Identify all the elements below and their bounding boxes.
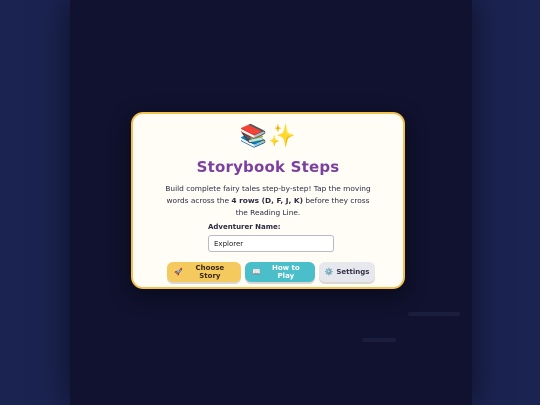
description-rows: 4 rows (D, F, J, K) xyxy=(231,196,303,205)
choose-story-button[interactable]: 🚀 Choose Story xyxy=(167,262,241,282)
gear-icon: ⚙️ xyxy=(324,268,334,276)
adventurer-name-input[interactable] xyxy=(208,235,334,252)
how-to-play-label: How to Play xyxy=(271,264,300,280)
action-buttons: 🚀 Choose Story 📖 How to Play ⚙️ Settings xyxy=(167,262,375,282)
adventurer-name-label: Adventurer Name: xyxy=(208,223,281,231)
game-title: Storybook Steps xyxy=(196,158,340,176)
settings-button[interactable]: ⚙️ Settings xyxy=(319,262,375,282)
start-dialog: 📚✨ Storybook Steps Build complete fairy … xyxy=(131,112,405,289)
settings-label: Settings xyxy=(336,268,370,276)
book-icon: 📖 xyxy=(252,268,261,276)
choose-story-label: Choose Story xyxy=(195,264,225,280)
rocket-icon: 🚀 xyxy=(174,268,183,276)
how-to-play-button[interactable]: 📖 How to Play xyxy=(245,262,315,282)
books-sparkles-icon: 📚✨ xyxy=(239,124,297,149)
game-description: Build complete fairy tales step-by-step!… xyxy=(161,183,375,219)
